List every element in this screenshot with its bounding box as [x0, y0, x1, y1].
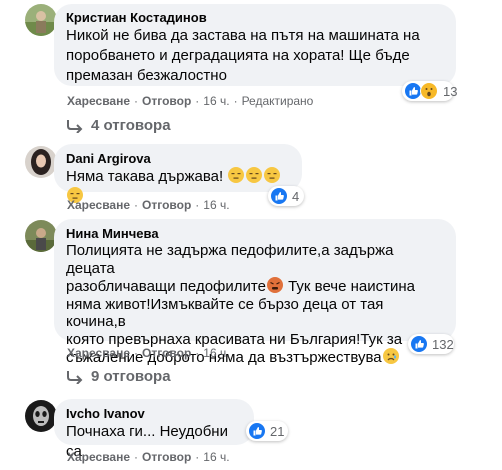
- like-icon: [270, 187, 288, 205]
- reaction-count: 132: [432, 336, 454, 352]
- reply-button[interactable]: Отговор: [142, 346, 191, 360]
- reaction-summary[interactable]: 13: [402, 81, 458, 101]
- avatar[interactable]: [25, 400, 57, 432]
- comment-bubble: Нина Минчева Полицията не задържа педофи…: [54, 219, 456, 366]
- like-button[interactable]: Харесване: [67, 94, 130, 108]
- wow-icon: [420, 82, 438, 100]
- reply-button[interactable]: Отговор: [142, 94, 191, 108]
- comment-bubble: Ivcho Ivanov Почнаха ги... Неудобни са: [54, 399, 254, 460]
- replies-count: 4 отговора: [91, 117, 171, 134]
- comment-author[interactable]: Нина Минчева: [66, 226, 444, 242]
- like-button[interactable]: Харесване: [67, 346, 130, 360]
- avatar[interactable]: [25, 146, 57, 178]
- view-replies-button[interactable]: 4 отговора: [65, 117, 171, 134]
- comment-author[interactable]: Dani Argirova: [66, 151, 290, 167]
- reply-button[interactable]: Отговор: [142, 450, 191, 464]
- reply-arrow-icon: [67, 119, 83, 133]
- timestamp[interactable]: 16 ч.: [203, 346, 229, 360]
- comment-bubble: Dani Argirova Няма такава държава!: [54, 144, 302, 203]
- comment-text: Никой не бива да застава на пътя на маши…: [66, 27, 420, 84]
- timestamp[interactable]: 16 ч.: [203, 198, 229, 212]
- comment-actions: Харесване · Отговор · 16 ч.: [67, 198, 230, 212]
- expressionless-face-icon: [264, 167, 281, 183]
- like-button[interactable]: Харесване: [67, 198, 130, 212]
- like-icon: [410, 335, 428, 353]
- comment-actions: Харесване · Отговор · 16 ч.: [67, 450, 230, 464]
- comment-author[interactable]: Кристиан Костадинов: [66, 10, 444, 26]
- edited-label: Редактирано: [241, 94, 314, 108]
- reaction-count: 13: [443, 83, 458, 99]
- comment-actions: Харесване · Отговор · 16 ч. · Редактирано: [67, 94, 314, 108]
- reaction-summary[interactable]: 21: [246, 421, 288, 441]
- reaction-summary[interactable]: 132: [408, 334, 454, 354]
- reaction-count: 4: [292, 188, 300, 204]
- comment-bubble: Кристиан Костадинов Никой не бива да зас…: [54, 4, 456, 86]
- expressionless-face-icon: [228, 167, 245, 183]
- sad-face-icon: [382, 348, 399, 364]
- reaction-summary[interactable]: 4: [268, 186, 304, 206]
- comment-actions: Харесване · Отговор · 16 ч.: [67, 346, 230, 360]
- reaction-count: 21: [270, 423, 285, 439]
- reply-arrow-icon: [67, 370, 83, 384]
- like-icon: [248, 422, 266, 440]
- avatar[interactable]: [25, 220, 57, 252]
- timestamp[interactable]: 16 ч.: [203, 450, 229, 464]
- view-replies-button[interactable]: 9 отговора: [65, 368, 171, 385]
- reply-button[interactable]: Отговор: [142, 198, 191, 212]
- angry-face-icon: [266, 277, 283, 293]
- replies-count: 9 отговора: [91, 368, 171, 385]
- comment-author[interactable]: Ivcho Ivanov: [66, 406, 242, 422]
- like-button[interactable]: Харесване: [67, 450, 130, 464]
- expressionless-face-icon: [246, 167, 263, 183]
- timestamp[interactable]: 16 ч.: [203, 94, 229, 108]
- avatar[interactable]: [25, 4, 57, 36]
